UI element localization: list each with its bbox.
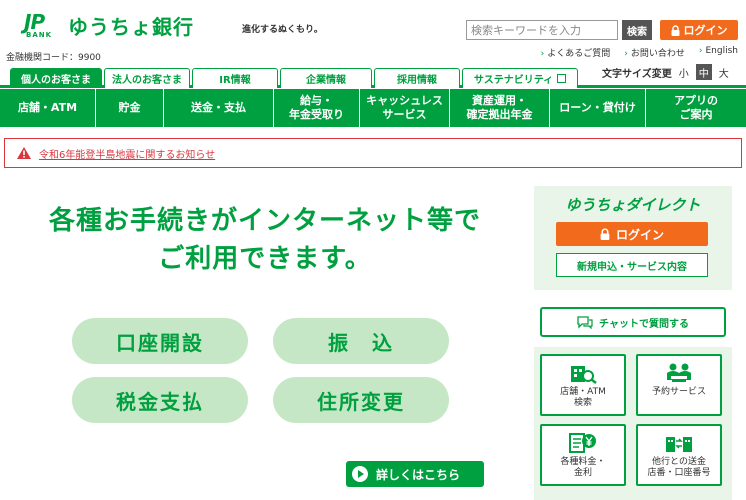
tab-recruit[interactable]: 採用情報 [374, 68, 460, 88]
yucho-direct-title: ゆうちょダイレクト [565, 196, 701, 214]
yucho-direct-panel: ゆうちょダイレクト ログイン 新規申込・サービス内容 [534, 186, 732, 290]
nav-loans[interactable]: ローン・貸付け [550, 89, 646, 127]
tab-sustainability[interactable]: サステナビリティ [462, 68, 578, 88]
reservation-tile[interactable]: 予約サービス [636, 354, 722, 416]
tab-corporate[interactable]: 法人のお客さま [104, 68, 190, 88]
nav-savings[interactable]: 貯金 [96, 89, 164, 127]
bank-transfer-tile[interactable]: 他行との送金 店番・口座番号 [636, 424, 722, 486]
font-size-large[interactable]: 大 [715, 64, 732, 80]
font-size-switcher: 文字サイズ変更 小 中 大 [602, 64, 732, 80]
bank-transfer-label: 他行との送金 店番・口座番号 [647, 457, 711, 478]
search-input[interactable] [466, 20, 618, 40]
lock-icon [600, 228, 610, 240]
direct-login-button[interactable]: ログイン [556, 222, 708, 246]
warning-icon [17, 147, 31, 159]
reservation-icon [667, 363, 691, 382]
tab-personal[interactable]: 個人のお客さま [10, 68, 102, 88]
utility-links: › よくあるご質問 › お問い合わせ › English [541, 46, 738, 59]
english-link-label: English [705, 46, 739, 56]
chat-bubble-icon [577, 315, 593, 329]
chat-button[interactable]: チャットで質問する [540, 307, 726, 337]
login-button[interactable]: ログイン [660, 20, 738, 40]
tab-company[interactable]: 企業情報 [280, 68, 372, 88]
bank-logo[interactable]: JP BANK ゆうちょ銀行 [24, 10, 194, 40]
bank-transfer-icon [666, 437, 692, 452]
details-label: 詳しくはこちら [376, 467, 461, 482]
english-link[interactable]: › English [699, 46, 738, 59]
hero-headline-line2: ご利用できます。 [158, 244, 372, 274]
account-opening-button[interactable]: 口座開設 [72, 318, 248, 364]
nav-transfer-payment[interactable]: 送金・支払 [164, 89, 274, 127]
hero-headline-line1: 各種お手続きがインターネット等で [48, 206, 481, 236]
play-arrow-icon [352, 466, 368, 482]
store-atm-search-tile[interactable]: 店舗・ATM 検索 [540, 354, 626, 416]
nav-app-info[interactable]: アプリの ご案内 [646, 89, 746, 127]
jp-bank-logo-mark: JP BANK [24, 10, 62, 40]
chevron-right-icon: › [624, 49, 628, 59]
main-navigation: 店舗・ATM 貯金 送金・支払 給与・ 年金受取り キャッシュレス サービス 資… [0, 89, 746, 127]
logo-bank-text: BANK [26, 31, 53, 39]
font-size-label: 文字サイズ変更 [602, 68, 672, 80]
font-size-medium[interactable]: 中 [695, 64, 712, 80]
nav-cashless[interactable]: キャッシュレス サービス [360, 89, 450, 127]
fees-rates-label: 各種料金・ 金利 [560, 457, 606, 478]
tax-payment-button[interactable]: 税金支払 [72, 377, 248, 423]
store-atm-search-label: 店舗・ATM 検索 [560, 387, 606, 408]
nav-salary-pension[interactable]: 給与・ 年金受取り [274, 89, 360, 127]
font-size-small[interactable]: 小 [675, 64, 692, 80]
bank-name: ゆうちょ銀行 [68, 14, 194, 39]
transfer-button[interactable]: 振 込 [273, 318, 449, 364]
reservation-label: 予約サービス [651, 387, 706, 397]
nav-store-atm[interactable]: 店舗・ATM [0, 89, 96, 127]
store-search-icon [571, 366, 597, 384]
search-button[interactable]: 検索 [622, 20, 652, 40]
contact-link-label: お問い合わせ [630, 49, 685, 59]
chevron-right-icon: › [698, 46, 703, 56]
login-label: ログイン [683, 24, 728, 37]
chevron-right-icon: › [540, 49, 545, 59]
address-change-button[interactable]: 住所変更 [273, 377, 449, 423]
fees-rates-tile[interactable]: 各種料金・ 金利 [540, 424, 626, 486]
lock-icon [671, 24, 679, 36]
faq-link[interactable]: › よくあるご質問 [541, 46, 611, 59]
tab-sustainability-label: サステナビリティ [473, 75, 554, 86]
chat-label: チャットで質問する [599, 318, 689, 330]
external-link-icon [557, 74, 567, 83]
faq-link-label: よくあるご質問 [547, 49, 611, 59]
hero-headline: 各種お手続きがインターネット等で ご利用できます。 [20, 202, 510, 278]
contact-link[interactable]: › お問い合わせ [624, 46, 685, 59]
notice-link[interactable]: 令和6年能登半島地震に関するお知らせ [39, 146, 215, 161]
nav-asset-management[interactable]: 資産運用・ 確定拠出年金 [450, 89, 550, 127]
details-button[interactable]: 詳しくはこちら [346, 461, 484, 487]
tagline: 進化するぬくもり。 [242, 25, 323, 35]
tab-ir[interactable]: IR情報 [192, 68, 278, 88]
direct-login-label: ログイン [615, 227, 664, 242]
emergency-notice: 令和6年能登半島地震に関するお知らせ [4, 138, 742, 168]
bank-code: 金融機関コード：9900 [6, 53, 101, 63]
fee-yen-icon [569, 433, 596, 453]
new-application-button[interactable]: 新規申込・サービス内容 [556, 253, 708, 277]
